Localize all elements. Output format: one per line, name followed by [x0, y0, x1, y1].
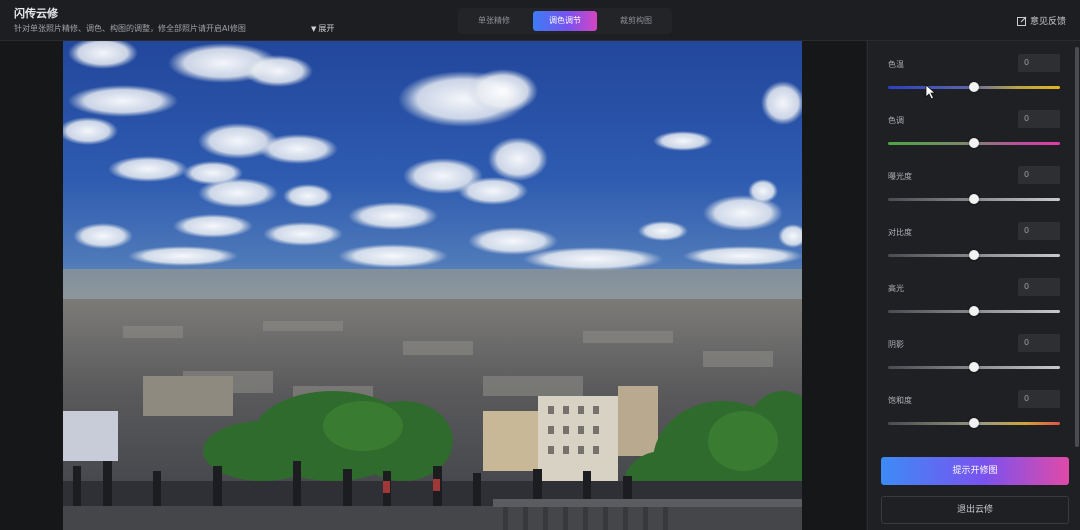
app-description: 针对单张照片精修、调色、构图的调整，修全部照片请开启AI修图: [14, 24, 246, 33]
top-bar: 闪传云修 针对单张照片精修、调色、构图的调整，修全部照片请开启AI修图 ▼ 展开 …: [0, 0, 1080, 41]
highlights-value-input[interactable]: 0: [1018, 278, 1060, 296]
shadows-value-input[interactable]: 0: [1018, 334, 1060, 352]
feedback-button[interactable]: 意见反馈: [1016, 14, 1066, 27]
exposure-slider-thumb[interactable]: [969, 194, 979, 204]
expand-toggle[interactable]: ▼ 展开: [311, 23, 334, 34]
adjust-contrast: 对比度 0: [888, 222, 1060, 275]
app-title: 闪传云修: [14, 7, 58, 20]
exit-button[interactable]: 退出云修: [881, 496, 1069, 524]
adjust-tint: 色调 0: [888, 110, 1060, 163]
panel-scrollbar[interactable]: [1075, 47, 1079, 447]
adjust-shadows: 阴影 0: [888, 334, 1060, 387]
adjust-temperature: 色温 0: [888, 54, 1060, 107]
highlights-slider-thumb[interactable]: [969, 306, 979, 316]
tint-label: 色调: [888, 116, 904, 125]
adjustment-panel: 色温 0 色调 0 曝光度 0 对比度 0 高光 0 阴影 0 饱和度 0 提示…: [867, 41, 1080, 530]
shadows-label: 阴影: [888, 340, 904, 349]
adjust-exposure: 曝光度 0: [888, 166, 1060, 219]
feedback-label: 意见反馈: [1029, 17, 1066, 27]
saturation-slider-thumb[interactable]: [969, 418, 979, 428]
apply-button[interactable]: 提示开修图: [881, 457, 1069, 485]
adjust-highlights: 高光 0: [888, 278, 1060, 331]
photo-preview[interactable]: [63, 41, 802, 530]
tab-color-adjust[interactable]: 调色调节: [533, 11, 597, 31]
contrast-slider-thumb[interactable]: [969, 250, 979, 260]
edit-icon: [1016, 16, 1027, 26]
caret-down-icon: ▼: [311, 25, 317, 33]
tab-crop[interactable]: 裁剪构图: [604, 11, 668, 31]
contrast-label: 对比度: [888, 228, 912, 237]
tint-value-input[interactable]: 0: [1018, 110, 1060, 128]
temperature-slider-thumb[interactable]: [969, 82, 979, 92]
canvas-area: [0, 41, 866, 530]
mouse-cursor-icon: [925, 84, 937, 100]
shadows-slider-thumb[interactable]: [969, 362, 979, 372]
temperature-label: 色温: [888, 60, 904, 69]
saturation-label: 饱和度: [888, 396, 912, 405]
exposure-value-input[interactable]: 0: [1018, 166, 1060, 184]
highlights-label: 高光: [888, 284, 904, 293]
saturation-value-input[interactable]: 0: [1018, 390, 1060, 408]
expand-label: 展开: [318, 24, 335, 33]
cityscape-photo: [63, 41, 802, 530]
temperature-value-input[interactable]: 0: [1018, 54, 1060, 72]
adjust-saturation: 饱和度 0: [888, 390, 1060, 443]
tint-slider-thumb[interactable]: [969, 138, 979, 148]
exposure-label: 曝光度: [888, 172, 912, 181]
mode-tabs: 单张精修 调色调节 裁剪构图: [458, 8, 672, 34]
contrast-value-input[interactable]: 0: [1018, 222, 1060, 240]
tab-single-retouch[interactable]: 单张精修: [462, 11, 526, 31]
